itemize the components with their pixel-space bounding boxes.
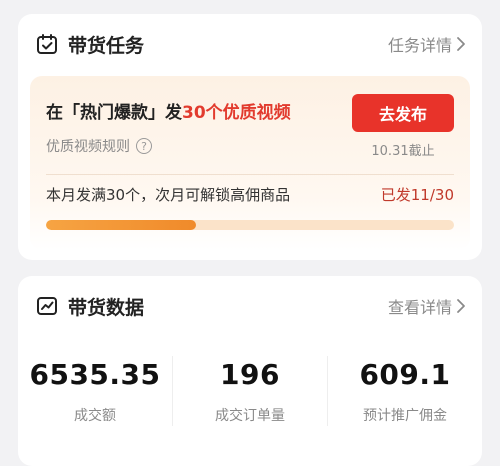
task-rule-label: 优质视频规则 bbox=[46, 139, 130, 155]
data-detail-link[interactable]: 查看详情 bbox=[388, 294, 466, 318]
task-card-title: 带货任务 bbox=[68, 34, 145, 57]
task-rule-link[interactable]: 优质视频规则 ? bbox=[46, 136, 152, 156]
stat-value: 609.1 bbox=[359, 358, 451, 391]
task-title: 在「热门爆款」发30个优质视频 bbox=[46, 98, 291, 123]
task-panel: 在「热门爆款」发30个优质视频 优质视频规则 ? 去发布 10.31截止 本月发… bbox=[30, 76, 470, 250]
stat-label: 成交额 bbox=[74, 408, 116, 424]
deadline-text: 10.31截止 bbox=[371, 144, 435, 159]
stat-value: 196 bbox=[220, 358, 280, 391]
chevron-right-icon bbox=[457, 37, 465, 51]
question-icon[interactable]: ? bbox=[136, 138, 152, 154]
data-card: 带货数据 查看详情 6535.35 成交额 196 成交订单量 609.1 预计… bbox=[18, 276, 482, 466]
task-detail-label: 任务详情 bbox=[387, 36, 452, 55]
data-card-title: 带货数据 bbox=[68, 296, 145, 319]
calendar-check-icon bbox=[36, 33, 58, 55]
progress-bar-fill bbox=[46, 220, 196, 230]
task-card-header: 带货任务 任务详情 bbox=[18, 14, 482, 74]
stat-label: 预计推广佣金 bbox=[363, 408, 447, 424]
stat-gmv[interactable]: 6535.35 成交额 bbox=[18, 356, 173, 426]
task-title-prefix: 在「热门爆款」发 bbox=[46, 103, 182, 123]
stat-value: 6535.35 bbox=[29, 358, 161, 391]
chevron-right-icon bbox=[457, 299, 465, 313]
progress-description: 本月发满30个，次月可解锁高佣商品 bbox=[46, 186, 291, 204]
data-detail-label: 查看详情 bbox=[387, 298, 452, 317]
stat-label: 成交订单量 bbox=[215, 408, 285, 424]
stats-row: 6535.35 成交额 196 成交订单量 609.1 预计推广佣金 bbox=[18, 356, 482, 426]
task-card: 带货任务 任务详情 在「热门爆款」发30个优质视频 优质视频规则 ? 去发布 1… bbox=[18, 14, 482, 260]
stat-commission[interactable]: 609.1 预计推广佣金 bbox=[328, 356, 482, 426]
progress-bar bbox=[46, 220, 454, 230]
stat-orders[interactable]: 196 成交订单量 bbox=[173, 356, 328, 426]
trend-chart-icon bbox=[36, 295, 58, 317]
publish-button[interactable]: 去发布 bbox=[352, 94, 454, 132]
progress-count: 已发11/30 bbox=[380, 186, 454, 204]
task-title-highlight: 30个优质视频 bbox=[182, 103, 291, 123]
data-card-header: 带货数据 查看详情 bbox=[18, 276, 482, 336]
task-detail-link[interactable]: 任务详情 bbox=[388, 32, 466, 56]
divider bbox=[46, 174, 454, 175]
